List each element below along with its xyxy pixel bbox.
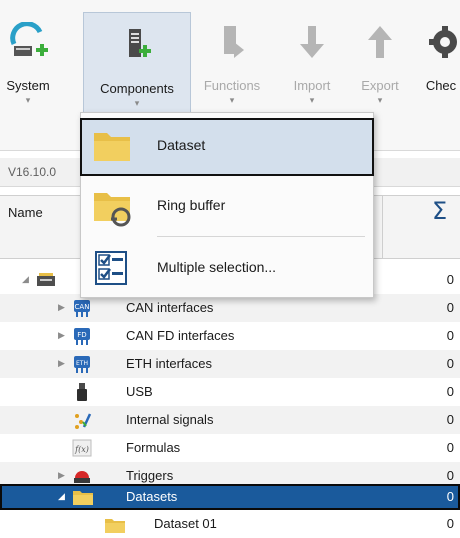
menu-item-label: Dataset <box>157 137 206 153</box>
chevron-down-icon: ▾ <box>309 95 315 105</box>
export-button[interactable]: Export ▾ <box>356 10 404 120</box>
tree-row-eth-interfaces[interactable]: ▶ ETH ETH interfaces 0 <box>0 350 460 378</box>
check-button[interactable]: Chec <box>422 10 460 120</box>
usb-icon <box>72 382 92 402</box>
functions-button[interactable]: Functions ▾ <box>204 10 260 120</box>
export-label: Export <box>361 78 399 93</box>
tree-row-label: Dataset 01 <box>154 516 217 531</box>
chevron-down-icon: ▾ <box>377 95 383 105</box>
chevron-down-icon: ▾ <box>229 95 235 105</box>
import-label: Import <box>293 78 331 93</box>
tree-row-value: 0 <box>446 489 454 504</box>
tree-row-value: 0 <box>446 272 454 287</box>
chevron-down-icon: ▾ <box>25 95 31 105</box>
ring-buffer-icon <box>93 189 131 227</box>
tree-row-label: ETH interfaces <box>126 356 212 371</box>
tree-row-formulas[interactable]: f(x) Formulas 0 <box>0 434 460 462</box>
svg-text:ETH: ETH <box>76 360 88 367</box>
components-button[interactable]: Components ▾ <box>83 12 191 116</box>
components-label: Components <box>100 81 174 96</box>
collapse-arrow-icon[interactable]: ◢ <box>58 491 65 502</box>
components-icon <box>117 23 157 67</box>
menu-item-dataset[interactable]: Dataset <box>80 118 374 176</box>
version-text: V16.10.0 <box>8 165 57 179</box>
system-button[interactable]: System ▾ <box>6 10 50 120</box>
import-arrow-icon <box>292 20 332 64</box>
tree-row-value: 0 <box>446 516 454 531</box>
can-icon: CAN <box>72 298 92 318</box>
tree-row-label: Formulas <box>126 440 181 455</box>
tree-row-usb[interactable]: USB 0 <box>0 378 460 406</box>
multiple-selection-icon <box>93 249 131 287</box>
components-dropdown-menu: Dataset Ring buffer Multiple selection..… <box>80 112 374 298</box>
folder-icon <box>93 127 131 165</box>
tree-row-internal-signals[interactable]: Internal signals 0 <box>0 406 460 434</box>
chevron-down-icon: ▾ <box>134 98 140 108</box>
tree-row-value: 0 <box>446 328 454 343</box>
svg-text:CAN: CAN <box>75 303 90 311</box>
tree-row-value: 0 <box>446 384 454 399</box>
expand-arrow-icon[interactable]: ▶ <box>58 330 65 341</box>
can-fd-icon: FD <box>72 326 92 346</box>
tree-row-can-interfaces[interactable]: ▶ CAN CAN interfaces 0 <box>0 294 460 322</box>
folder-icon <box>72 487 93 507</box>
collapse-arrow-icon[interactable]: ◢ <box>22 274 29 285</box>
tree-row-label: CAN interfaces <box>126 300 214 315</box>
menu-item-label: Multiple selection... <box>157 259 277 275</box>
menu-item-ring-buffer[interactable]: Ring buffer <box>81 181 373 237</box>
check-label: Chec <box>425 78 457 93</box>
expand-arrow-icon[interactable]: ▶ <box>58 470 65 481</box>
svg-text:f(x): f(x) <box>74 445 89 454</box>
tree-row-label: Datasets <box>126 489 178 504</box>
functions-label: Functions <box>203 78 261 93</box>
formula-icon: f(x) <box>72 438 92 458</box>
svg-text:FD: FD <box>77 331 86 339</box>
folder-icon <box>104 515 125 535</box>
functions-icon <box>212 20 252 64</box>
system-label: System <box>6 78 50 93</box>
tree-row-label: Internal signals <box>126 412 214 427</box>
expand-arrow-icon[interactable]: ▶ <box>58 302 65 313</box>
menu-item-multiple-selection[interactable]: Multiple selection... <box>81 241 373 297</box>
tree-row-value: 0 <box>446 300 454 315</box>
tree-row-label: USB <box>126 384 153 399</box>
export-arrow-icon <box>360 20 400 64</box>
tree-row-label: CAN FD interfaces <box>126 328 235 343</box>
tree-row-dataset-01[interactable]: Dataset 01 0 <box>0 512 460 536</box>
gear-icon <box>422 20 460 64</box>
eth-icon: ETH <box>72 354 92 374</box>
internal-signals-icon <box>72 410 92 430</box>
menu-item-label: Ring buffer <box>157 197 226 213</box>
column-divider[interactable] <box>382 196 383 230</box>
tree-row-can-fd-interfaces[interactable]: ▶ FD CAN FD interfaces 0 <box>0 322 460 350</box>
tree-row-value: 0 <box>446 412 454 427</box>
tree-row-value: 0 <box>446 356 454 371</box>
system-icon <box>8 20 48 64</box>
menu-separator <box>157 236 365 237</box>
tree-row-label: Triggers <box>126 468 174 483</box>
sum-column-header[interactable]: Σ <box>432 197 447 225</box>
import-button[interactable]: Import ▾ <box>288 10 336 120</box>
name-column-header[interactable]: Name <box>8 205 43 220</box>
expand-arrow-icon[interactable]: ▶ <box>58 358 65 369</box>
tree-row-value: 0 <box>446 468 454 483</box>
column-divider <box>382 230 383 258</box>
device-icon <box>36 270 56 290</box>
tree-row-value: 0 <box>446 440 454 455</box>
trigger-icon <box>72 466 92 486</box>
tree-row-datasets[interactable]: ◢ Datasets 0 <box>0 484 460 510</box>
